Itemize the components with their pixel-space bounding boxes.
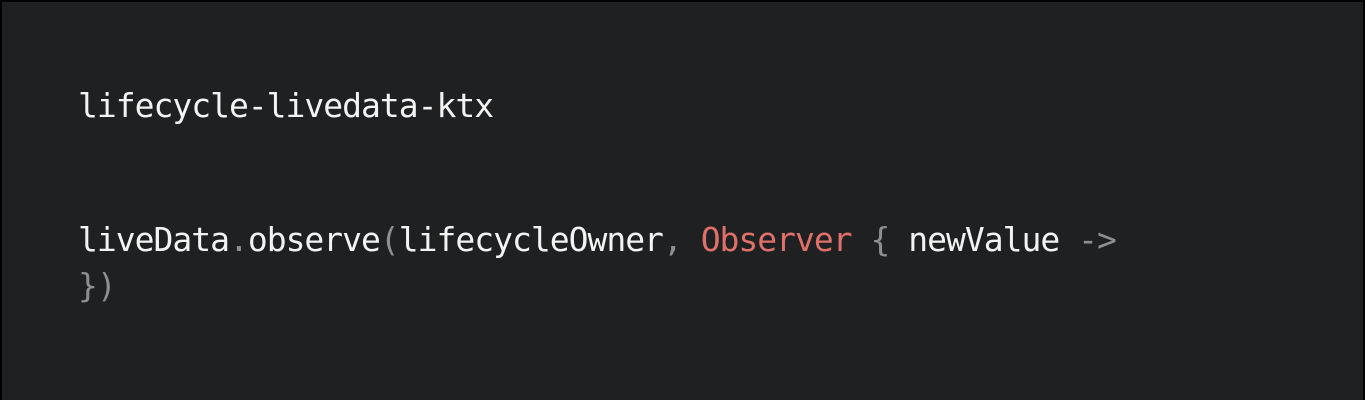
method-token: observe bbox=[247, 220, 381, 259]
close-paren-token: ) bbox=[96, 266, 117, 305]
dot-token: . bbox=[228, 220, 249, 259]
close-brace-token: } bbox=[78, 266, 98, 305]
code-slide: lifecycle-livedata-ktx liveData.observe(… bbox=[2, 2, 1363, 400]
observer-class-token: Observer bbox=[700, 220, 853, 259]
arrow-token: -> bbox=[1059, 220, 1117, 259]
dependency-text: lifecycle-livedata-ktx bbox=[78, 86, 494, 125]
param-token: newValue bbox=[908, 220, 1060, 259]
code-line-observe: liveData.observe(lifecycleOwner, Observe… bbox=[78, 218, 1117, 262]
code-line-close: }) bbox=[78, 264, 117, 308]
open-brace-token: { bbox=[851, 220, 909, 259]
owner-arg-token: lifecycleOwner bbox=[398, 220, 664, 259]
open-paren-token: ( bbox=[379, 220, 400, 259]
receiver-token: liveData bbox=[78, 220, 230, 259]
comma-token: , bbox=[662, 220, 701, 259]
dependency-name: lifecycle-livedata-ktx bbox=[78, 84, 494, 128]
